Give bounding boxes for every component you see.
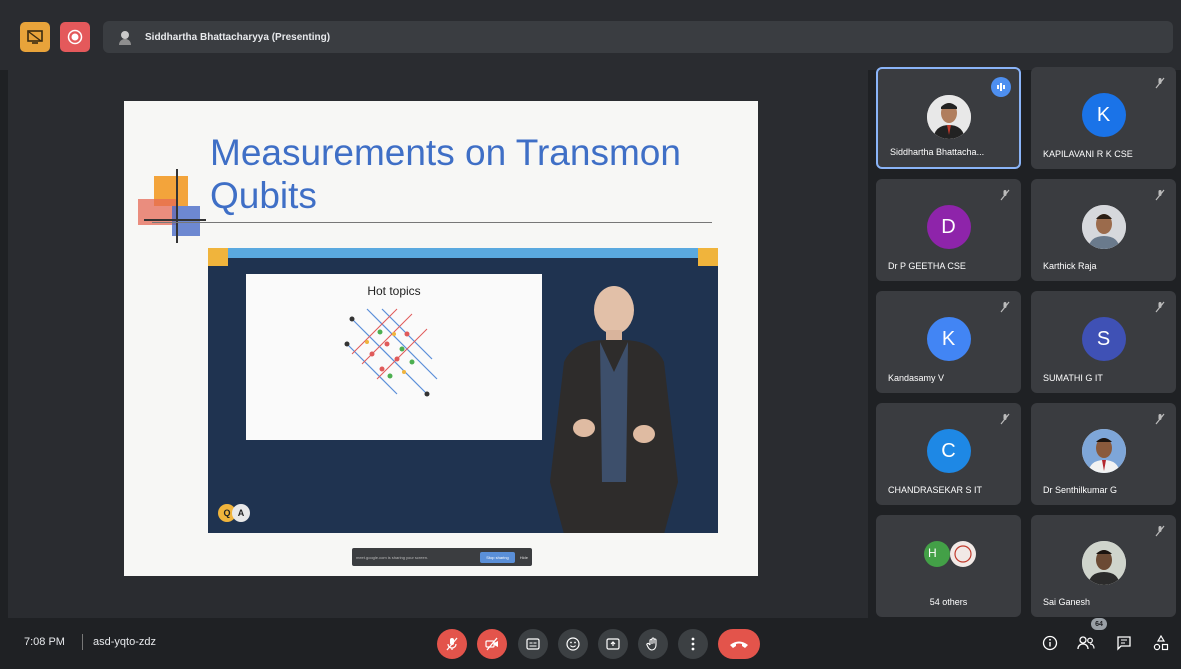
participant-count-badge: 64 xyxy=(1091,618,1107,630)
participant-name: KAPILAVANI R K CSE xyxy=(1043,149,1133,159)
embedded-video: Hot topics Q A xyxy=(208,248,718,533)
presenting-text: Siddhartha Bhattacharyya (Presenting) xyxy=(145,31,331,43)
presenting-banner: Siddhartha Bhattacharyya (Presenting) xyxy=(103,21,1173,53)
present-screen-button[interactable] xyxy=(20,22,50,52)
participant-tile[interactable]: Sai Ganesh xyxy=(1031,515,1176,617)
avatar: D xyxy=(926,205,971,249)
end-call-button[interactable] xyxy=(718,629,760,659)
captions-icon xyxy=(526,638,540,650)
mic-muted-icon xyxy=(1155,301,1165,313)
camera-off-icon xyxy=(485,637,498,651)
more-options-button[interactable] xyxy=(678,629,708,659)
mic-muted-icon xyxy=(1155,189,1165,201)
others-count: 54 others xyxy=(929,597,968,607)
mic-off-icon xyxy=(446,637,458,651)
chat-icon xyxy=(1117,636,1131,651)
video-top-band xyxy=(208,248,718,258)
qubit-lattice-illustration xyxy=(344,308,438,397)
participant-name: Siddhartha Bhattacha... xyxy=(890,147,985,157)
captions-button[interactable] xyxy=(518,629,548,659)
avatar xyxy=(1081,205,1126,249)
present-screen-icon xyxy=(27,30,43,44)
slide-decoration xyxy=(176,169,178,243)
raise-hand-icon xyxy=(646,637,657,651)
qa-logo: Q A xyxy=(218,504,250,522)
screen-share-notice: meet.google.com is sharing your screen. … xyxy=(352,548,532,566)
emoji-reaction-button[interactable] xyxy=(558,629,588,659)
mic-muted-icon xyxy=(1155,77,1165,89)
raise-hand-button[interactable] xyxy=(638,629,668,659)
meeting-details-button[interactable] xyxy=(1039,632,1061,654)
clock-time: 7:08 PM xyxy=(24,636,65,648)
present-now-button[interactable] xyxy=(598,629,628,659)
video-corner xyxy=(208,248,228,266)
others-initial: H xyxy=(928,546,937,560)
shared-slide: Measurements on Transmon Qubits Hot topi… xyxy=(124,101,758,576)
presenter-figure xyxy=(550,286,678,533)
avatar: K xyxy=(1081,93,1126,137)
top-bar: Siddhartha Bhattacharyya (Presenting) xyxy=(0,0,1181,70)
participant-tile-others[interactable]: H 54 others xyxy=(876,515,1021,617)
participant-name: Karthick Raja xyxy=(1043,261,1097,271)
mic-muted-icon xyxy=(1000,301,1010,313)
mic-muted-icon xyxy=(1155,525,1165,537)
avatar xyxy=(1081,429,1126,473)
presenter-avatar-icon xyxy=(115,27,135,47)
more-options-icon xyxy=(691,637,695,651)
activities-icon xyxy=(1153,635,1169,651)
record-icon xyxy=(67,29,83,45)
qa-logo-a: A xyxy=(232,504,250,522)
slide-decoration xyxy=(144,219,206,221)
record-button[interactable] xyxy=(60,22,90,52)
avatar: C xyxy=(926,429,971,473)
activities-button[interactable] xyxy=(1150,632,1172,654)
info-icon xyxy=(1042,635,1058,651)
slide-title-rule xyxy=(152,222,712,223)
participant-name: Sai Ganesh xyxy=(1043,597,1091,607)
avatar: S xyxy=(1081,317,1126,361)
chat-button[interactable] xyxy=(1113,632,1135,654)
video-corner xyxy=(698,248,718,266)
participant-name: Dr Senthilkumar G xyxy=(1043,485,1118,495)
mic-toggle-button[interactable] xyxy=(437,629,467,659)
share-notice-text: meet.google.com is sharing your screen. xyxy=(356,554,429,560)
participant-name: SUMATHI G IT xyxy=(1043,373,1103,383)
participant-name: CHANDRASEKAR S IT xyxy=(888,485,983,495)
avatar xyxy=(926,95,971,139)
video-whiteboard: Hot topics xyxy=(246,274,542,440)
participant-tile[interactable]: S SUMATHI G IT xyxy=(1031,291,1176,393)
hide-share-notice-button[interactable]: Hide xyxy=(520,555,528,560)
end-call-icon xyxy=(730,641,748,648)
meeting-code: asd-yqto-zdz xyxy=(93,636,156,648)
whiteboard-title: Hot topics xyxy=(367,284,421,298)
participant-tile[interactable]: D Dr P GEETHA CSE xyxy=(876,179,1021,281)
emoji-icon xyxy=(566,637,580,651)
avatar: K xyxy=(926,317,971,361)
participant-tile[interactable]: K Kandasamy V xyxy=(876,291,1021,393)
mic-muted-icon xyxy=(1155,413,1165,425)
participant-tile[interactable]: Siddhartha Bhattacha... xyxy=(876,67,1021,169)
participant-tile[interactable]: Karthick Raja xyxy=(1031,179,1176,281)
participant-tile[interactable]: K KAPILAVANI R K CSE xyxy=(1031,67,1176,169)
mic-muted-icon xyxy=(1000,413,1010,425)
participant-name: Kandasamy V xyxy=(888,373,945,383)
people-button[interactable] xyxy=(1075,632,1097,654)
mic-muted-icon xyxy=(1000,189,1010,201)
participant-tile[interactable]: Dr Senthilkumar G xyxy=(1031,403,1176,505)
participant-name: Dr P GEETHA CSE xyxy=(888,261,966,271)
stop-sharing-button[interactable]: Stop sharing xyxy=(480,551,515,563)
divider xyxy=(82,634,83,650)
camera-toggle-button[interactable] xyxy=(477,629,507,659)
slide-title: Measurements on Transmon Qubits xyxy=(210,132,681,216)
people-icon xyxy=(1077,636,1095,650)
present-now-icon xyxy=(606,638,620,650)
bottom-bar: 7:08 PM asd-yqto-zdz 64 xyxy=(0,618,1181,669)
speaking-indicator-icon xyxy=(991,77,1011,97)
participant-tile[interactable]: C CHANDRASEKAR S IT xyxy=(876,403,1021,505)
avatar xyxy=(1081,541,1126,585)
